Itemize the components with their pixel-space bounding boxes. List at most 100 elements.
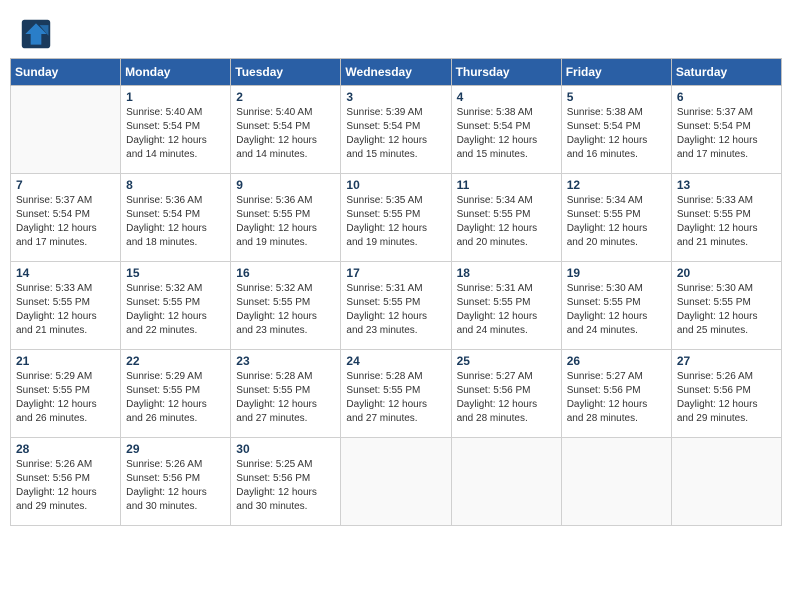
- calendar-cell: 10 Sunrise: 5:35 AM Sunset: 5:55 PM Dayli…: [341, 174, 451, 262]
- calendar-cell: 22 Sunrise: 5:29 AM Sunset: 5:55 PM Dayli…: [121, 350, 231, 438]
- day-info: Sunrise: 5:37 AM Sunset: 5:54 PM Dayligh…: [16, 194, 115, 250]
- day-info: Sunrise: 5:27 AM Sunset: 5:56 PM Dayligh…: [567, 370, 666, 426]
- day-number: 25: [457, 354, 556, 368]
- day-number: 28: [16, 442, 115, 456]
- calendar-cell: 13Sunrise: 5:33 AM Sunset: 5:55 PM Dayli…: [671, 174, 781, 262]
- day-info: Sunrise: 5:31 AM Sunset: 5:55 PM Dayligh…: [346, 282, 445, 338]
- calendar-day-header: Tuesday: [231, 59, 341, 86]
- calendar-cell: 23 Sunrise: 5:28 AM Sunset: 5:55 PM Dayli…: [231, 350, 341, 438]
- calendar-cell: [11, 86, 121, 174]
- calendar-cell: 8 Sunrise: 5:36 AM Sunset: 5:54 PM Daylig…: [121, 174, 231, 262]
- logo-icon: [20, 18, 52, 50]
- day-number: 8: [126, 178, 225, 192]
- calendar-cell: 6 Sunrise: 5:37 AM Sunset: 5:54 PM Daylig…: [671, 86, 781, 174]
- calendar-day-header: Wednesday: [341, 59, 451, 86]
- calendar-day-header: Sunday: [11, 59, 121, 86]
- calendar-week-row: 14 Sunrise: 5:33 AM Sunset: 5:55 PM Dayli…: [11, 262, 782, 350]
- calendar-day-header: Monday: [121, 59, 231, 86]
- day-info: Sunrise: 5:31 AM Sunset: 5:55 PM Dayligh…: [457, 282, 556, 338]
- calendar-cell: [341, 438, 451, 526]
- day-number: 9: [236, 178, 335, 192]
- day-info: Sunrise: 5:34 AM Sunset: 5:55 PM Dayligh…: [457, 194, 556, 250]
- day-info: Sunrise: 5:29 AM Sunset: 5:55 PM Dayligh…: [126, 370, 225, 426]
- day-number: 16: [236, 266, 335, 280]
- calendar-cell: 24 Sunrise: 5:28 AM Sunset: 5:55 PM Dayli…: [341, 350, 451, 438]
- day-number: 27: [677, 354, 776, 368]
- day-number: 20: [677, 266, 776, 280]
- calendar-week-row: 28 Sunrise: 5:26 AM Sunset: 5:56 PM Dayli…: [11, 438, 782, 526]
- calendar-cell: [561, 438, 671, 526]
- day-info: Sunrise: 5:39 AM Sunset: 5:54 PM Dayligh…: [346, 106, 445, 162]
- calendar-cell: 30Sunrise: 5:25 AM Sunset: 5:56 PM Dayli…: [231, 438, 341, 526]
- calendar-cell: 18Sunrise: 5:31 AM Sunset: 5:55 PM Dayli…: [451, 262, 561, 350]
- calendar-cell: 25 Sunrise: 5:27 AM Sunset: 5:56 PM Dayli…: [451, 350, 561, 438]
- calendar-cell: 16Sunrise: 5:32 AM Sunset: 5:55 PM Dayli…: [231, 262, 341, 350]
- calendar-cell: 19 Sunrise: 5:30 AM Sunset: 5:55 PM Dayli…: [561, 262, 671, 350]
- day-info: Sunrise: 5:28 AM Sunset: 5:55 PM Dayligh…: [236, 370, 335, 426]
- calendar-cell: 7 Sunrise: 5:37 AM Sunset: 5:54 PM Daylig…: [11, 174, 121, 262]
- day-number: 29: [126, 442, 225, 456]
- day-number: 10: [346, 178, 445, 192]
- calendar-cell: 4 Sunrise: 5:38 AM Sunset: 5:54 PM Daylig…: [451, 86, 561, 174]
- day-number: 19: [567, 266, 666, 280]
- day-number: 17: [346, 266, 445, 280]
- day-number: 26: [567, 354, 666, 368]
- calendar-cell: 29 Sunrise: 5:26 AM Sunset: 5:56 PM Dayli…: [121, 438, 231, 526]
- calendar-cell: 26 Sunrise: 5:27 AM Sunset: 5:56 PM Dayli…: [561, 350, 671, 438]
- day-info: Sunrise: 5:38 AM Sunset: 5:54 PM Dayligh…: [567, 106, 666, 162]
- day-info: Sunrise: 5:40 AM Sunset: 5:54 PM Dayligh…: [126, 106, 225, 162]
- calendar-day-header: Thursday: [451, 59, 561, 86]
- day-info: Sunrise: 5:32 AM Sunset: 5:55 PM Dayligh…: [126, 282, 225, 338]
- day-info: Sunrise: 5:40 AM Sunset: 5:54 PM Dayligh…: [236, 106, 335, 162]
- calendar-cell: [451, 438, 561, 526]
- calendar-cell: 9Sunrise: 5:36 AM Sunset: 5:55 PM Daylig…: [231, 174, 341, 262]
- day-number: 4: [457, 90, 556, 104]
- calendar-cell: 15Sunrise: 5:32 AM Sunset: 5:55 PM Dayli…: [121, 262, 231, 350]
- calendar-week-row: 21 Sunrise: 5:29 AM Sunset: 5:55 PM Dayli…: [11, 350, 782, 438]
- day-number: 5: [567, 90, 666, 104]
- calendar-cell: 12 Sunrise: 5:34 AM Sunset: 5:55 PM Dayli…: [561, 174, 671, 262]
- header: [10, 10, 782, 54]
- calendar-cell: 28 Sunrise: 5:26 AM Sunset: 5:56 PM Dayli…: [11, 438, 121, 526]
- calendar-cell: 27 Sunrise: 5:26 AM Sunset: 5:56 PM Dayli…: [671, 350, 781, 438]
- day-number: 22: [126, 354, 225, 368]
- day-number: 6: [677, 90, 776, 104]
- calendar-cell: 1 Sunrise: 5:40 AM Sunset: 5:54 PM Daylig…: [121, 86, 231, 174]
- day-info: Sunrise: 5:29 AM Sunset: 5:55 PM Dayligh…: [16, 370, 115, 426]
- day-number: 2: [236, 90, 335, 104]
- day-info: Sunrise: 5:26 AM Sunset: 5:56 PM Dayligh…: [16, 458, 115, 514]
- logo: [20, 18, 54, 50]
- day-info: Sunrise: 5:33 AM Sunset: 5:55 PM Dayligh…: [16, 282, 115, 338]
- day-info: Sunrise: 5:35 AM Sunset: 5:55 PM Dayligh…: [346, 194, 445, 250]
- calendar-cell: 17 Sunrise: 5:31 AM Sunset: 5:55 PM Dayli…: [341, 262, 451, 350]
- calendar-table: SundayMondayTuesdayWednesdayThursdayFrid…: [10, 58, 782, 526]
- day-number: 23: [236, 354, 335, 368]
- day-number: 1: [126, 90, 225, 104]
- calendar-cell: 14 Sunrise: 5:33 AM Sunset: 5:55 PM Dayli…: [11, 262, 121, 350]
- calendar-day-header: Saturday: [671, 59, 781, 86]
- day-info: Sunrise: 5:38 AM Sunset: 5:54 PM Dayligh…: [457, 106, 556, 162]
- day-number: 21: [16, 354, 115, 368]
- calendar-cell: [671, 438, 781, 526]
- day-number: 13: [677, 178, 776, 192]
- day-number: 30: [236, 442, 335, 456]
- day-number: 24: [346, 354, 445, 368]
- day-info: Sunrise: 5:34 AM Sunset: 5:55 PM Dayligh…: [567, 194, 666, 250]
- day-number: 7: [16, 178, 115, 192]
- calendar-cell: 5 Sunrise: 5:38 AM Sunset: 5:54 PM Daylig…: [561, 86, 671, 174]
- day-info: Sunrise: 5:26 AM Sunset: 5:56 PM Dayligh…: [677, 370, 776, 426]
- day-info: Sunrise: 5:27 AM Sunset: 5:56 PM Dayligh…: [457, 370, 556, 426]
- day-info: Sunrise: 5:36 AM Sunset: 5:54 PM Dayligh…: [126, 194, 225, 250]
- calendar-cell: 21 Sunrise: 5:29 AM Sunset: 5:55 PM Dayli…: [11, 350, 121, 438]
- calendar-week-row: 7 Sunrise: 5:37 AM Sunset: 5:54 PM Daylig…: [11, 174, 782, 262]
- day-number: 3: [346, 90, 445, 104]
- day-number: 14: [16, 266, 115, 280]
- day-info: Sunrise: 5:30 AM Sunset: 5:55 PM Dayligh…: [567, 282, 666, 338]
- calendar-day-header: Friday: [561, 59, 671, 86]
- day-info: Sunrise: 5:30 AM Sunset: 5:55 PM Dayligh…: [677, 282, 776, 338]
- day-info: Sunrise: 5:37 AM Sunset: 5:54 PM Dayligh…: [677, 106, 776, 162]
- day-info: Sunrise: 5:26 AM Sunset: 5:56 PM Dayligh…: [126, 458, 225, 514]
- day-number: 12: [567, 178, 666, 192]
- calendar-cell: 2 Sunrise: 5:40 AM Sunset: 5:54 PM Daylig…: [231, 86, 341, 174]
- day-info: Sunrise: 5:28 AM Sunset: 5:55 PM Dayligh…: [346, 370, 445, 426]
